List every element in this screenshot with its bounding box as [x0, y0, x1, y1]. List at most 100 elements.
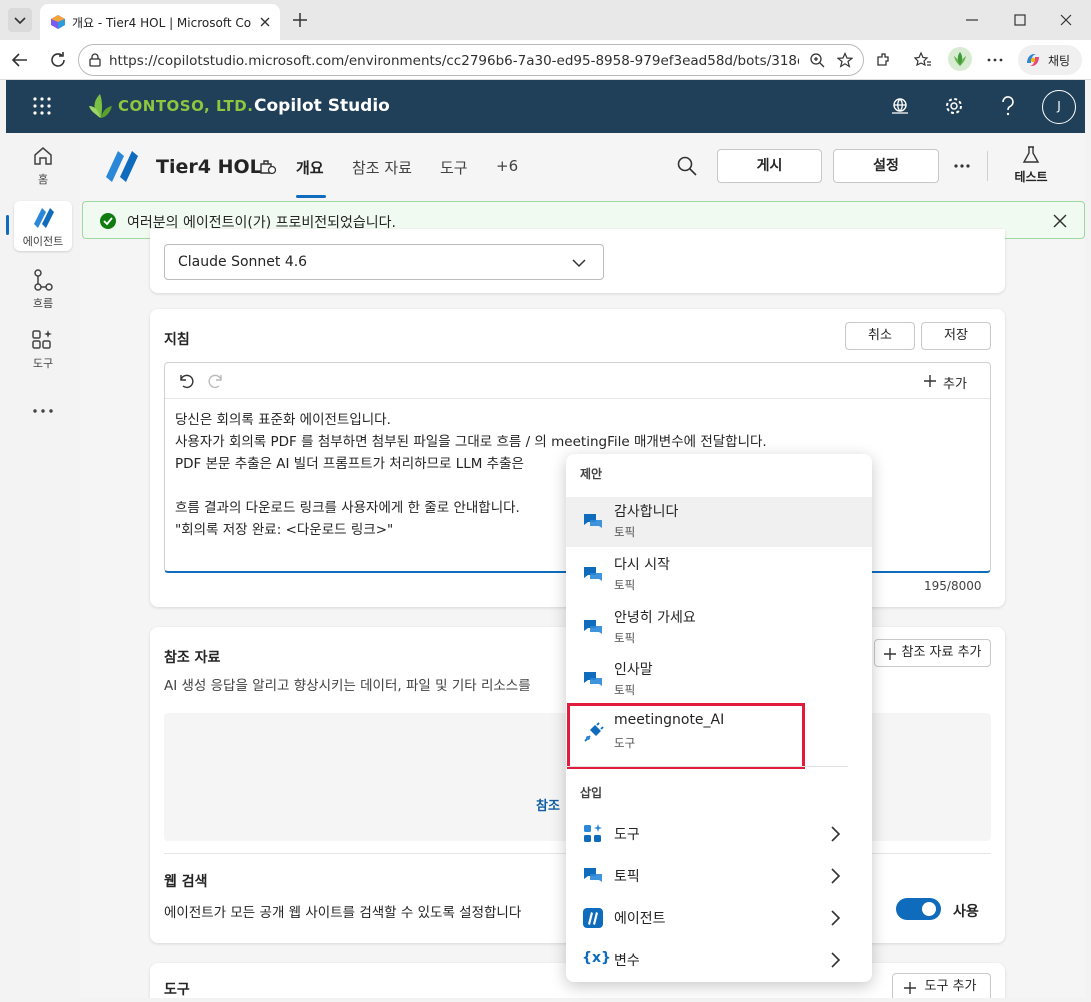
nav-home[interactable]: 홈: [6, 145, 80, 189]
suggestion-type: 토픽: [614, 683, 636, 697]
highlight-box: [567, 703, 805, 769]
agent-icon: [32, 206, 56, 230]
more-menu-icon[interactable]: [986, 51, 1004, 69]
insert-label: 토픽: [614, 869, 640, 885]
agent-more-icon[interactable]: [952, 158, 972, 174]
insert-label: 도구: [614, 827, 640, 843]
publish-button[interactable]: 게시: [717, 149, 822, 183]
tab-tools[interactable]: 도구: [440, 157, 468, 178]
suggestion-item[interactable]: 다시 시작 토픽: [566, 550, 872, 600]
nav-agents[interactable]: 에이전트: [6, 201, 80, 253]
topic-chat-icon: [582, 564, 604, 586]
suggestion-type: 토픽: [614, 525, 636, 539]
test-button[interactable]: 테스트: [1005, 145, 1057, 189]
redo-icon[interactable]: [207, 372, 225, 390]
agent-header: Tier4 HOL 개요 참조 자료 도구 +6 게시 설정 테스트: [80, 133, 1085, 199]
knowledge-empty-link[interactable]: 참조: [536, 795, 560, 814]
insert-topic-item[interactable]: 토픽: [566, 856, 872, 896]
settings-gear-icon[interactable]: [944, 96, 964, 116]
user-avatar[interactable]: J: [1042, 90, 1076, 124]
maximize-button[interactable]: [1012, 12, 1028, 28]
nav-flows[interactable]: 흐름: [6, 269, 80, 313]
new-tab-button[interactable]: [290, 10, 310, 30]
header-divider: [987, 151, 988, 181]
profile-avatar-icon[interactable]: [948, 47, 972, 71]
insert-header: 삽입: [580, 786, 603, 800]
suggestion-title: 다시 시작: [614, 557, 670, 573]
environment-icon[interactable]: [890, 96, 910, 116]
browser-tab-strip: 개요 - Tier4 HOL | Microsoft Copilo: [0, 0, 1091, 40]
browser-toolbar: https://copilotstudio.microsoft.com/envi…: [0, 40, 1091, 80]
topic-chat-icon: [582, 617, 604, 639]
flask-icon: [1022, 145, 1040, 165]
minimize-button[interactable]: [964, 12, 980, 28]
suggestion-type: 토픽: [614, 578, 636, 592]
add-reference-button[interactable]: 추가: [923, 372, 983, 392]
add-knowledge-button[interactable]: 참조 자료 추가: [874, 639, 991, 667]
instruction-line: 당신은 회의록 표준화 에이전트입니다.: [175, 412, 391, 428]
model-select[interactable]: Claude Sonnet 4.6: [164, 244, 604, 280]
suggestion-item[interactable]: 인사말 토픽: [566, 655, 872, 705]
tab-list-button[interactable]: [8, 8, 32, 32]
refresh-icon[interactable]: [48, 50, 68, 70]
nav-more-icon[interactable]: [6, 403, 80, 419]
window-close-button[interactable]: [1058, 12, 1074, 28]
app-launcher-icon[interactable]: [32, 96, 52, 116]
suggestion-title: 인사말: [614, 662, 653, 678]
copilot-chat-button[interactable]: 채팅: [1018, 45, 1082, 75]
insert-agent-item[interactable]: 에이전트: [566, 898, 872, 938]
variable-icon: {x}: [582, 950, 611, 966]
insert-suggestion-menu: 제안 감사합니다 토픽 다시 시작 토픽 안녕히 가세요 토픽 인사말 토픽 m…: [566, 454, 872, 982]
settings-button[interactable]: 설정: [833, 149, 939, 183]
tools-title: 도구: [164, 982, 190, 998]
favorite-star-icon[interactable]: [837, 52, 853, 68]
help-icon[interactable]: [998, 94, 1018, 118]
undo-icon[interactable]: [177, 372, 195, 390]
add-tool-button[interactable]: 도구 추가: [892, 973, 991, 998]
suggestion-type: 토픽: [614, 631, 636, 645]
model-card: Claude Sonnet 4.6: [150, 229, 1005, 293]
address-bar[interactable]: https://copilotstudio.microsoft.com/envi…: [78, 44, 864, 76]
suggestion-title: 감사합니다: [614, 504, 679, 520]
suggestion-item[interactable]: 감사합니다 토픽: [566, 497, 872, 547]
tab-knowledge[interactable]: 참조 자료: [352, 157, 412, 178]
insert-tools-item[interactable]: 도구: [566, 814, 872, 854]
nav-home-label: 홈: [37, 173, 49, 186]
extensions-icon[interactable]: [874, 51, 892, 69]
instructions-save-button[interactable]: 저장: [921, 322, 991, 350]
agent-settings-icon[interactable]: [258, 157, 278, 177]
tab-overview[interactable]: 개요: [296, 157, 326, 199]
left-nav-rail: 홈 에이전트 흐름 도구: [6, 133, 80, 998]
character-count: 195/8000: [924, 579, 982, 593]
suggestion-item[interactable]: 안녕히 가세요 토픽: [566, 603, 872, 653]
tab-more[interactable]: +6: [496, 157, 518, 175]
instructions-cancel-button[interactable]: 취소: [845, 322, 915, 350]
nav-tools-label: 도구: [32, 357, 54, 370]
knowledge-description: AI 생성 응답을 알리고 향상시키는 데이터, 파일 및 기타 리소스를: [164, 678, 531, 694]
agent-logo-icon: [104, 149, 140, 183]
topic-chat-icon: [582, 669, 604, 691]
copilot-studio-favicon: [50, 14, 66, 30]
editor-toolbar: 추가: [165, 363, 990, 399]
tools-icon: [582, 823, 604, 845]
agent-icon: [582, 907, 604, 929]
search-icon[interactable]: [676, 155, 698, 177]
insert-variable-item[interactable]: {x} 변수: [566, 940, 872, 980]
product-name[interactable]: Copilot Studio: [254, 96, 390, 116]
knowledge-title: 참조 자료: [164, 650, 221, 666]
web-search-toggle[interactable]: [896, 898, 941, 920]
banner-close-icon[interactable]: [1051, 212, 1069, 230]
nav-agents-label: 에이전트: [22, 235, 64, 248]
favorites-icon[interactable]: [914, 51, 932, 69]
tab-close-icon[interactable]: [256, 13, 274, 31]
user-initial: J: [1057, 99, 1061, 113]
add-label: 추가: [943, 377, 967, 392]
success-check-icon: [99, 212, 117, 230]
save-label: 저장: [944, 328, 968, 343]
zoom-icon[interactable]: [809, 52, 825, 68]
site-info-icon[interactable]: [87, 52, 103, 68]
browser-tab[interactable]: 개요 - Tier4 HOL | Microsoft Copilo: [40, 4, 280, 40]
back-icon[interactable]: [10, 50, 30, 70]
web-search-title: 웹 검색: [164, 874, 208, 890]
nav-tools[interactable]: 도구: [6, 329, 80, 373]
